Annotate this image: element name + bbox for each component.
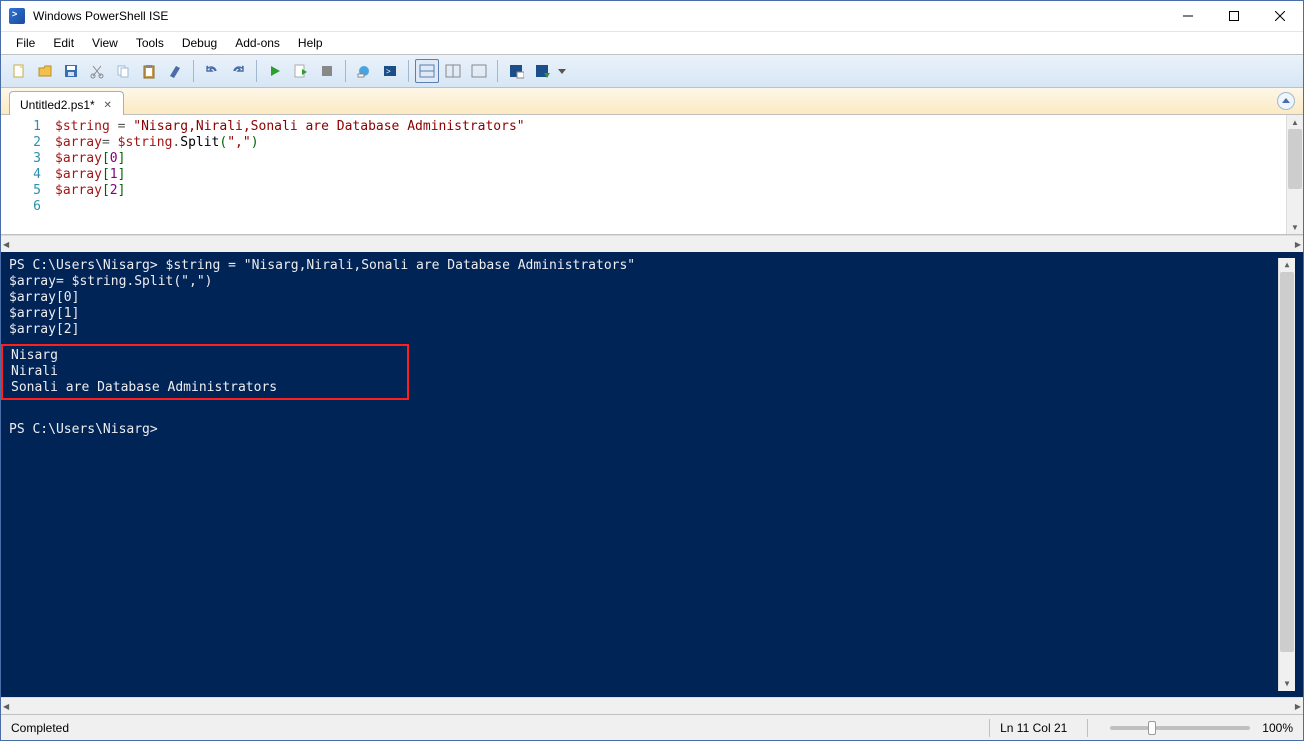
- tab-close-icon[interactable]: ✕: [101, 98, 115, 112]
- run-selection-icon[interactable]: [289, 59, 313, 83]
- remote-icon[interactable]: >: [378, 59, 402, 83]
- editor-horizontal-scrollbar[interactable]: ◀▶: [1, 235, 1303, 252]
- copy-icon[interactable]: [111, 59, 135, 83]
- console-pane[interactable]: PS C:\Users\Nisarg> $string = "Nisarg,Ni…: [1, 252, 1303, 697]
- toolbar-separator: [193, 60, 194, 82]
- svg-text:>: >: [386, 67, 391, 76]
- toolbar-overflow-icon[interactable]: [556, 59, 568, 83]
- menu-debug[interactable]: Debug: [173, 34, 226, 52]
- menu-edit[interactable]: Edit: [44, 34, 83, 52]
- command-addon-icon[interactable]: [504, 59, 528, 83]
- redo-icon[interactable]: [226, 59, 250, 83]
- app-window: Windows PowerShell ISE File Edit View To…: [0, 0, 1304, 741]
- console-vertical-scrollbar[interactable]: ▲▼: [1278, 258, 1295, 691]
- console-output[interactable]: PS C:\Users\Nisarg> $string = "Nisarg,Ni…: [9, 258, 1278, 691]
- console-horizontal-scrollbar[interactable]: ◀▶: [1, 697, 1303, 714]
- status-text: Completed: [11, 721, 69, 735]
- maximize-button[interactable]: [1211, 1, 1257, 32]
- cursor-position: Ln 11 Col 21: [1000, 721, 1077, 735]
- pane-script-icon[interactable]: [441, 59, 465, 83]
- open-icon[interactable]: [33, 59, 57, 83]
- new-icon[interactable]: [7, 59, 31, 83]
- menu-file[interactable]: File: [7, 34, 44, 52]
- tab-untitled2[interactable]: Untitled2.ps1* ✕: [9, 91, 124, 115]
- zoom-level: 100%: [1262, 721, 1293, 735]
- undo-icon[interactable]: [200, 59, 224, 83]
- tab-label: Untitled2.ps1*: [20, 98, 95, 112]
- toolbar: >: [1, 54, 1303, 88]
- window-title: Windows PowerShell ISE: [33, 9, 168, 23]
- toolbar-separator: [497, 60, 498, 82]
- title-bar: Windows PowerShell ISE: [1, 1, 1303, 32]
- output-highlight-box: Nisarg Nirali Sonali are Database Admini…: [1, 344, 409, 400]
- console-pane-wrap: PS C:\Users\Nisarg> $string = "Nisarg,Ni…: [1, 252, 1303, 714]
- paste-icon[interactable]: [137, 59, 161, 83]
- run-icon[interactable]: [263, 59, 287, 83]
- powershell-icon: [9, 8, 25, 24]
- menu-help[interactable]: Help: [289, 34, 332, 52]
- toolbar-separator: [408, 60, 409, 82]
- code-area[interactable]: $string = "Nisarg,Nirali,Sonali are Data…: [55, 115, 1286, 234]
- script-editor[interactable]: 123456 $string = "Nisarg,Nirali,Sonali a…: [1, 115, 1286, 234]
- minimize-button[interactable]: [1165, 1, 1211, 32]
- line-number-gutter: 123456: [1, 115, 55, 234]
- toolbar-separator: [256, 60, 257, 82]
- tab-strip: Untitled2.ps1* ✕: [1, 88, 1303, 115]
- pane-console-icon[interactable]: [467, 59, 491, 83]
- cut-icon[interactable]: [85, 59, 109, 83]
- status-separator: [989, 719, 990, 737]
- menu-tools[interactable]: Tools: [127, 34, 173, 52]
- editor-vertical-scrollbar[interactable]: ▲▼: [1286, 115, 1303, 234]
- status-bar: Completed Ln 11 Col 21 100%: [1, 714, 1303, 740]
- zoom-slider[interactable]: [1110, 726, 1250, 730]
- menu-view[interactable]: View: [83, 34, 127, 52]
- menu-bar: File Edit View Tools Debug Add-ons Help: [1, 32, 1303, 54]
- pane-both-icon[interactable]: [415, 59, 439, 83]
- toolbar-separator: [345, 60, 346, 82]
- collapse-script-pane-icon[interactable]: [1277, 92, 1295, 110]
- menu-addons[interactable]: Add-ons: [226, 34, 289, 52]
- save-icon[interactable]: [59, 59, 83, 83]
- breakpoint-icon[interactable]: [352, 59, 376, 83]
- clear-icon[interactable]: [163, 59, 187, 83]
- status-separator: [1087, 719, 1088, 737]
- script-editor-pane: 123456 $string = "Nisarg,Nirali,Sonali a…: [1, 115, 1303, 235]
- stop-icon[interactable]: [315, 59, 339, 83]
- close-button[interactable]: [1257, 1, 1303, 32]
- show-command-icon[interactable]: [530, 59, 554, 83]
